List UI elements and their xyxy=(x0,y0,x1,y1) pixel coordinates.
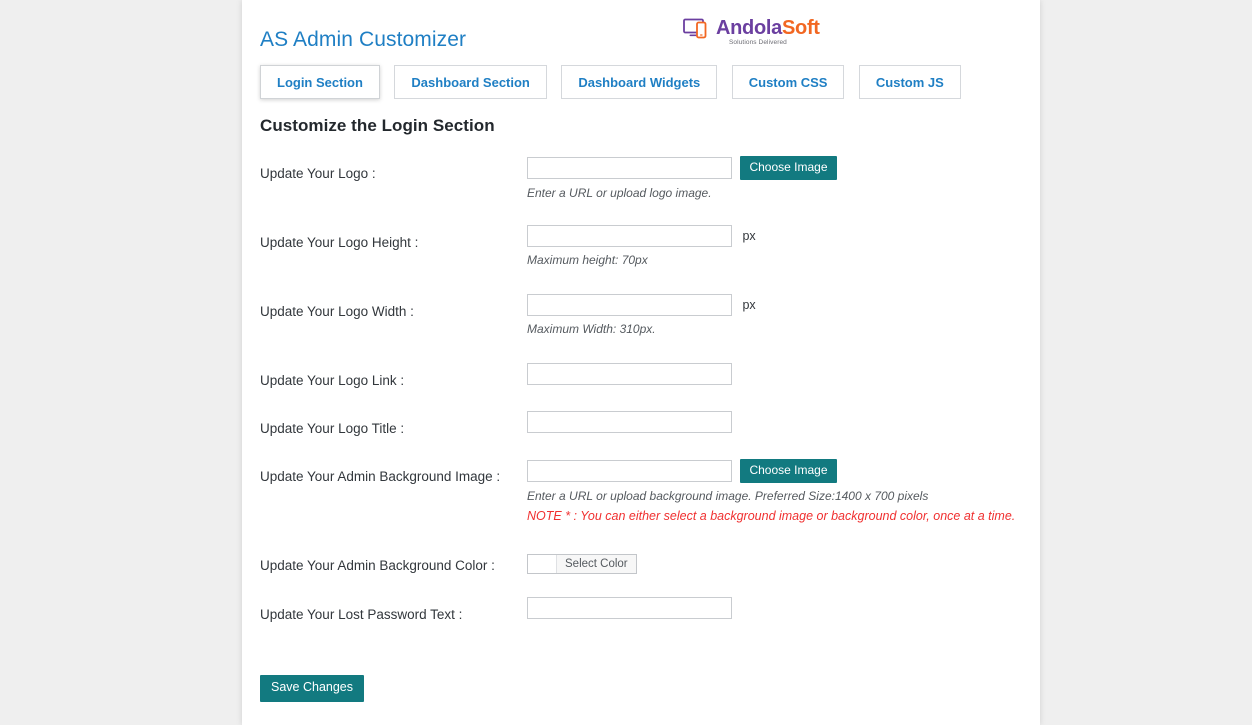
main-content: Customize the Login Section Update Your … xyxy=(242,104,1040,702)
field-update-background-image: Choose Image Enter a URL or upload backg… xyxy=(527,459,1015,523)
field-update-lost-password-text xyxy=(527,597,732,619)
label-update-logo: Update Your Logo : xyxy=(260,166,376,181)
save-row: Save Changes xyxy=(260,675,1040,702)
admin-customizer-card: AS Admin Customizer AndolaSoft Solutions… xyxy=(242,0,1040,725)
field-update-logo-width: px Maximum Width: 310px. xyxy=(527,294,756,336)
page-title: AS Admin Customizer xyxy=(260,28,467,51)
select-color-label: Select Color xyxy=(565,558,628,570)
choose-image-button-background[interactable]: Choose Image xyxy=(740,459,837,484)
brand-name-soft: Soft xyxy=(781,17,820,39)
field-update-logo: Choose Image Enter a URL or upload logo … xyxy=(527,156,837,200)
label-update-logo-width: Update Your Logo Width : xyxy=(260,304,414,319)
tab-custom-js[interactable]: Custom JS xyxy=(858,65,961,99)
tab-bar: Login Section Dashboard Section Dashboar… xyxy=(260,65,971,101)
logo-url-input[interactable] xyxy=(527,157,732,180)
tab-custom-css[interactable]: Custom CSS xyxy=(731,65,845,99)
label-update-logo-height: Update Your Logo Height : xyxy=(260,235,419,250)
field-update-logo-height: px Maximum height: 70px xyxy=(527,225,756,267)
note-background-image: NOTE * : You can either select a backgro… xyxy=(527,509,1016,524)
monitor-phone-icon xyxy=(683,18,713,39)
logo-title-input[interactable] xyxy=(527,411,732,433)
page-background: AS Admin Customizer AndolaSoft Solutions… xyxy=(0,0,1252,725)
hint-logo: Enter a URL or upload logo image. xyxy=(527,186,712,201)
label-update-background-image: Update Your Admin Background Image : xyxy=(260,469,501,484)
save-changes-button[interactable]: Save Changes xyxy=(260,675,365,702)
field-update-background-color: Select Color xyxy=(527,554,637,574)
label-update-logo-title: Update Your Logo Title : xyxy=(260,421,405,436)
label-update-logo-link: Update Your Logo Link : xyxy=(260,373,405,388)
hint-logo-width: Maximum Width: 310px. xyxy=(527,322,656,336)
brand-name-andola: Andola xyxy=(716,17,782,39)
label-update-lost-password-text: Update Your Lost Password Text : xyxy=(260,607,463,622)
logo-link-input[interactable] xyxy=(527,363,732,385)
logo-width-input[interactable] xyxy=(527,294,732,316)
brand-wordmark: AndolaSoft xyxy=(716,17,820,40)
unit-px-width: px xyxy=(742,298,756,312)
field-update-logo-link xyxy=(527,363,732,385)
color-picker-button[interactable]: Select Color xyxy=(527,554,637,574)
color-swatch[interactable] xyxy=(528,555,557,573)
tab-login-section[interactable]: Login Section xyxy=(260,65,380,99)
field-update-logo-title xyxy=(527,411,732,433)
form-row-background-image: Update Your Admin Background Image : Cho… xyxy=(242,459,1040,558)
lost-password-text-input[interactable] xyxy=(527,597,732,619)
tab-dashboard-section[interactable]: Dashboard Section xyxy=(394,65,547,99)
logo-height-input[interactable] xyxy=(527,225,732,247)
login-section-form: Update Your Logo : Choose Image Enter a … xyxy=(242,156,1040,702)
hint-background-image: Enter a URL or upload background image. … xyxy=(527,489,929,504)
form-row-lost-password-text: Update Your Lost Password Text : xyxy=(242,597,1040,641)
tab-dashboard-widgets[interactable]: Dashboard Widgets xyxy=(561,65,718,99)
hint-logo-height: Maximum height: 70px xyxy=(527,253,648,267)
choose-image-button-logo[interactable]: Choose Image xyxy=(740,156,837,181)
brand-tagline: Solutions Delivered xyxy=(729,39,787,46)
unit-px-height: px xyxy=(742,229,756,243)
label-update-background-color: Update Your Admin Background Color : xyxy=(260,558,495,573)
section-title: Customize the Login Section xyxy=(260,116,495,135)
background-image-url-input[interactable] xyxy=(527,460,732,483)
andolasoft-logo: AndolaSoft Solutions Delivered xyxy=(683,17,820,51)
page-header: AS Admin Customizer AndolaSoft Solutions… xyxy=(242,0,1040,62)
